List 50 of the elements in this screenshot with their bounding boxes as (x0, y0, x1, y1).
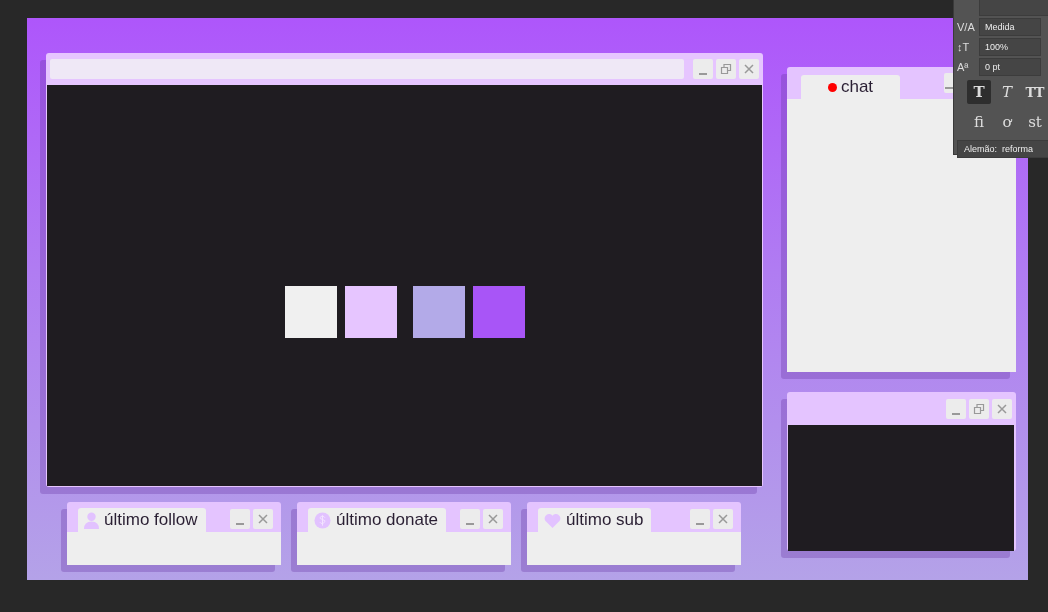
chat-label: chat (840, 77, 874, 97)
close-icon (743, 63, 755, 75)
text-style-button[interactable]: T (995, 80, 1019, 104)
chat-tab[interactable]: chat (801, 75, 900, 99)
close-button[interactable] (713, 509, 733, 529)
minimize-icon (696, 523, 704, 525)
value-field[interactable]: 100% (979, 38, 1041, 56)
widget-tab[interactable]: último follow (78, 508, 206, 532)
minimize-button[interactable] (944, 73, 953, 93)
widget-tab[interactable]: último sub (538, 508, 652, 532)
minimize-icon (466, 523, 474, 525)
language-dropdown[interactable]: Alemão: reforma (957, 140, 1048, 158)
minimize-button[interactable] (946, 398, 966, 419)
minimize-icon (952, 412, 960, 415)
person-icon (84, 511, 99, 529)
minimize-button[interactable] (690, 509, 710, 529)
field-label: ↕T (957, 41, 971, 53)
close-button[interactable] (739, 59, 759, 79)
close-icon (717, 513, 729, 525)
value-field[interactable]: 0 pt (979, 58, 1041, 76)
ligature-button[interactable]: st (1023, 110, 1047, 134)
widget-tab[interactable]: último donate (308, 508, 447, 532)
close-button[interactable] (253, 509, 273, 529)
restore-button[interactable] (969, 398, 989, 419)
heart-icon (544, 512, 561, 528)
field-label: Aª (957, 61, 970, 73)
widget-label: último donate (336, 510, 439, 530)
minimize-button[interactable] (460, 509, 480, 529)
close-button[interactable] (992, 398, 1012, 419)
close-icon (487, 513, 499, 525)
minimize-icon (236, 523, 244, 525)
minimize-button[interactable] (693, 59, 713, 79)
widget-label: último follow (104, 510, 198, 530)
widget-label: último sub (566, 510, 644, 530)
restore-icon (973, 402, 985, 415)
text-style-button[interactable]: T (967, 80, 991, 104)
minimize-icon (699, 73, 707, 75)
text-style-button[interactable]: TT (1023, 80, 1047, 104)
close-icon (996, 402, 1008, 415)
ligature-button[interactable]: ơ (995, 110, 1019, 134)
restore-icon (720, 63, 732, 75)
restore-button[interactable] (716, 59, 736, 79)
field-label: V/A (957, 21, 976, 33)
coin-icon (314, 511, 331, 529)
minimize-icon (945, 87, 953, 89)
ligature-button[interactable]: fi (967, 110, 991, 134)
close-icon (257, 513, 269, 525)
minimize-button[interactable] (230, 509, 250, 529)
close-button[interactable] (483, 509, 503, 529)
value-field[interactable]: Medida (979, 18, 1041, 36)
